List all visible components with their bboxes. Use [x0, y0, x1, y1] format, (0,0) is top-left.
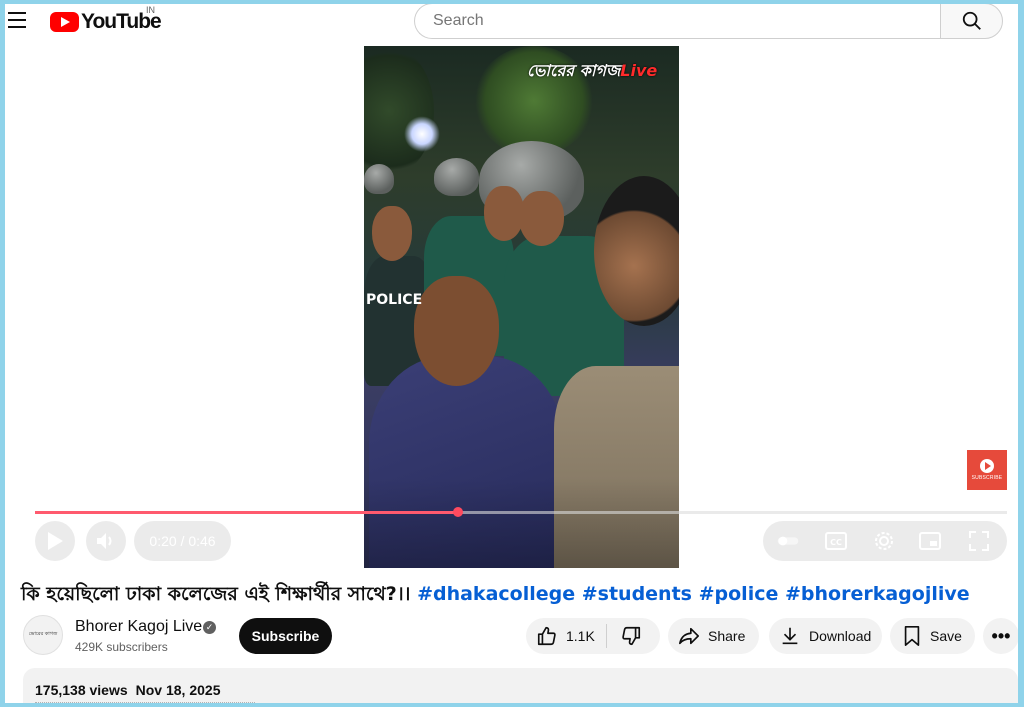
play-circle-icon	[980, 459, 994, 473]
video-scene-helmet	[434, 158, 479, 196]
captions-button[interactable]: CC	[825, 530, 847, 552]
save-button[interactable]: Save	[890, 618, 975, 654]
search-button[interactable]	[940, 4, 1003, 39]
country-code: IN	[146, 5, 155, 15]
video-scene-student-face	[414, 276, 499, 386]
video-frame[interactable]: POLICE ভোরের কাগজLive	[364, 46, 679, 568]
video-scene-light	[404, 116, 440, 152]
gear-icon	[875, 532, 893, 550]
video-scene-tree	[364, 46, 434, 176]
fullscreen-icon	[969, 531, 989, 551]
more-actions-button[interactable]: •••	[983, 618, 1018, 654]
player-right-controls: CC	[763, 521, 1007, 561]
time-display: 0:20 / 0:46	[134, 521, 231, 561]
verified-check-icon: ✓	[203, 621, 216, 634]
play-button[interactable]	[35, 521, 75, 561]
progress-bar[interactable]	[35, 507, 1007, 517]
view-count: 175,138 views	[35, 682, 128, 698]
youtube-watch-page: YouTube IN POLICE	[5, 4, 1018, 703]
download-icon	[782, 627, 798, 645]
video-scene-face	[484, 186, 524, 241]
video-scene-face	[372, 206, 412, 261]
search-icon	[962, 11, 981, 30]
youtube-logo[interactable]: YouTube	[50, 10, 162, 34]
subscribe-watermark-button[interactable]: SUBSCRIBE	[967, 450, 1007, 490]
volume-icon	[97, 533, 112, 549]
play-icon	[48, 532, 63, 550]
video-metadata: 175,138 views Nov 18, 2025	[35, 682, 220, 698]
upload-date: Nov 18, 2025	[135, 682, 221, 698]
like-button[interactable]: 1.1K	[526, 625, 606, 647]
mute-button[interactable]	[86, 521, 126, 561]
video-bottom-gradient	[364, 478, 679, 568]
subscriber-count: 429K subscribers	[75, 640, 168, 654]
thumbs-up-icon	[537, 626, 556, 646]
progress-bar-played	[35, 511, 458, 514]
progress-scrubber-handle[interactable]	[452, 507, 463, 517]
channel-watermark: ভোরের কাগজLive	[527, 61, 658, 80]
channel-name[interactable]: Bhorer Kagoj Live	[75, 618, 202, 636]
youtube-play-logo-icon	[50, 12, 79, 32]
like-count: 1.1K	[566, 628, 595, 644]
svg-text:CC: CC	[830, 538, 842, 547]
video-title: কি হয়েছিলো ঢাকা কলেজের এই শিক্ষার্থীর স…	[21, 583, 970, 605]
hashtag-link[interactable]: #bhorerkagojlive	[785, 583, 970, 605]
hashtag-link[interactable]: #police	[699, 583, 779, 605]
hashtag-link[interactable]: #dhakacollege	[417, 583, 575, 605]
like-dislike-group: 1.1K	[526, 618, 660, 654]
autoplay-toggle-icon	[777, 536, 799, 546]
in-video-police-text: POLICE	[366, 292, 423, 308]
hamburger-menu-icon[interactable]	[8, 12, 26, 28]
description-text-preview	[35, 702, 255, 703]
dislike-button[interactable]	[607, 625, 642, 647]
download-button[interactable]: Download	[769, 618, 882, 654]
search-bar	[414, 4, 940, 39]
video-scene-face	[519, 191, 564, 246]
settings-button[interactable]	[873, 530, 895, 552]
subscribe-button[interactable]: Subscribe	[239, 618, 332, 654]
autoplay-toggle[interactable]	[777, 530, 799, 552]
fullscreen-button[interactable]	[968, 530, 990, 552]
description-box[interactable]: 175,138 views Nov 18, 2025	[23, 668, 1018, 703]
video-scene-helmet	[364, 164, 394, 194]
thumbs-down-icon	[622, 626, 641, 646]
search-input[interactable]	[431, 11, 919, 31]
bookmark-icon	[904, 626, 920, 646]
miniplayer-button[interactable]	[919, 530, 941, 552]
closed-captions-icon: CC	[825, 532, 847, 550]
share-icon	[679, 627, 699, 645]
channel-avatar[interactable]: ভোরের কাগজ	[23, 615, 63, 655]
share-button[interactable]: Share	[668, 618, 759, 654]
miniplayer-icon	[919, 532, 941, 550]
video-player[interactable]: POLICE ভোরের কাগজLive SUBSCRIBE 0:20 / 0…	[5, 46, 1018, 568]
hashtag-link[interactable]: #students	[582, 583, 692, 605]
